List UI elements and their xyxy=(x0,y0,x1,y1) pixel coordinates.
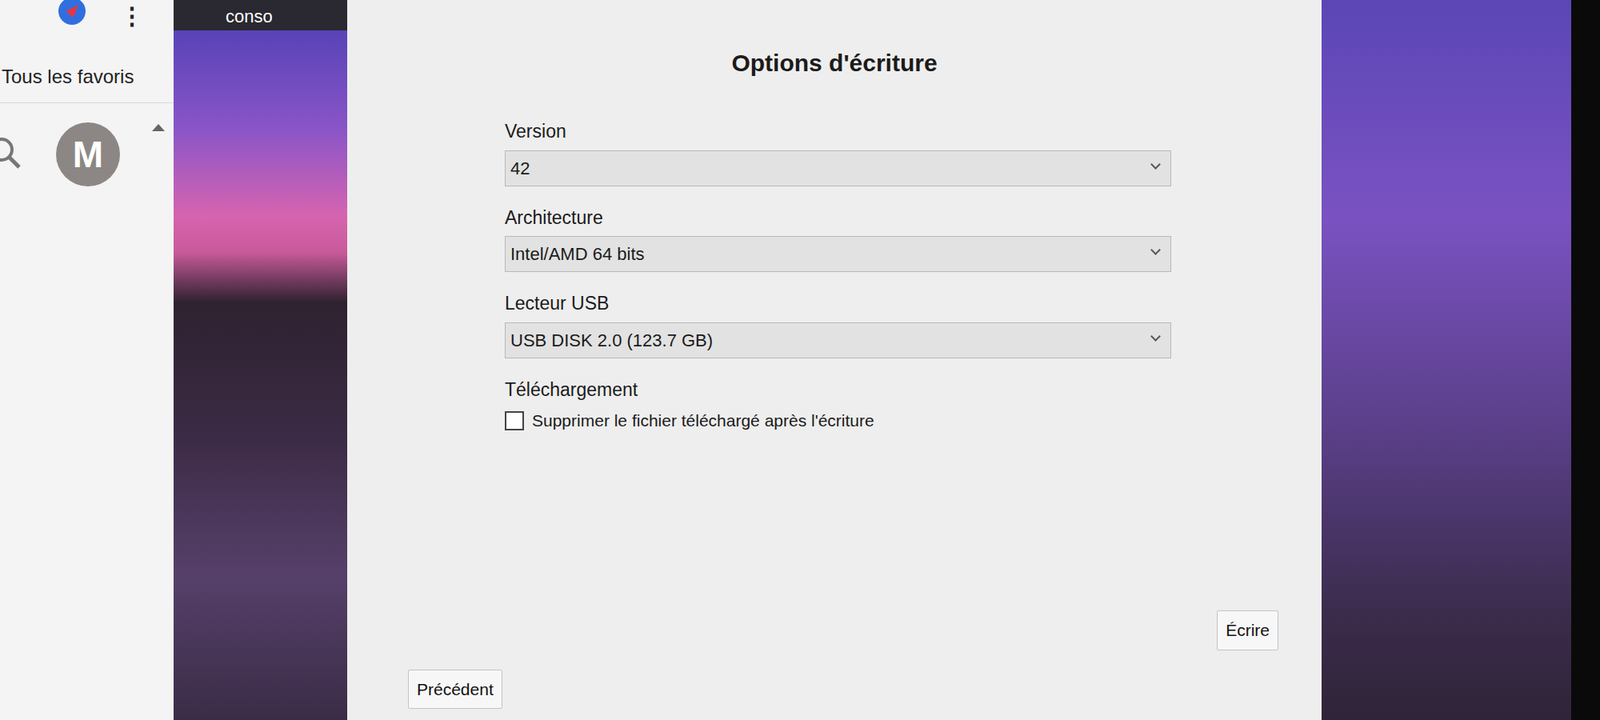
write-options-dialog: Options d'écriture Version 42 Architecture I… xyxy=(347,0,1322,720)
chevron-down-icon xyxy=(1150,159,1161,170)
menu-icon[interactable]: ⋮ xyxy=(120,4,144,28)
dialog-footer: Écrire Précédent xyxy=(347,610,1322,720)
spacer xyxy=(347,433,1322,612)
previous-row: Précédent xyxy=(408,669,1279,710)
field-select[interactable]: USB DISK 2.0 (123.7 GB) xyxy=(504,322,1172,359)
write-button[interactable]: Écrire xyxy=(1216,610,1279,651)
write-row: Écrire xyxy=(408,610,1279,651)
wallpaper: conso xyxy=(173,0,348,720)
dialog-body: Version 42 Architecture Intel/AMD 64 bits Le… xyxy=(347,80,1172,434)
delete-download-text: Supprimer le fichier téléchargé après l'… xyxy=(532,408,875,434)
field-select[interactable]: 42 xyxy=(504,150,1172,187)
chevron-down-icon xyxy=(1150,244,1161,256)
field-label: Lecteur USB xyxy=(504,289,1172,318)
extension-icon[interactable] xyxy=(56,0,88,32)
field-label: Version xyxy=(504,117,1172,146)
field-value: Intel/AMD 64 bits xyxy=(510,244,645,264)
delete-download-checkbox[interactable] xyxy=(504,411,524,431)
background-window-title: conso xyxy=(173,0,348,31)
delete-download-option[interactable]: Supprimer le fichier téléchargé après l'… xyxy=(504,408,1172,434)
favorites-row: M xyxy=(0,103,174,187)
field-value: 42 xyxy=(510,158,530,179)
sidebar-toolbar: ⋮ xyxy=(0,0,174,32)
search-icon[interactable] xyxy=(0,130,24,179)
favorites-title: Tous les favoris xyxy=(0,32,174,92)
field-value: USB DISK 2.0 (123.7 GB) xyxy=(510,330,713,351)
field-select[interactable]: Intel/AMD 64 bits xyxy=(504,236,1172,272)
field-label: Architecture xyxy=(504,204,1172,232)
previous-button[interactable]: Précédent xyxy=(408,669,503,710)
avatar[interactable]: M xyxy=(56,122,120,187)
scroll-up-icon[interactable] xyxy=(152,124,165,132)
download-label: Téléchargement xyxy=(504,376,1172,404)
chevron-down-icon xyxy=(1150,331,1161,342)
dialog-title: Options d'écriture xyxy=(347,0,1322,81)
favorites-sidebar: ⋮ Tous les favoris M xyxy=(0,0,174,720)
separator xyxy=(0,102,174,104)
screen-bezel xyxy=(1571,0,1600,720)
wallpaper-right xyxy=(1321,0,1572,720)
